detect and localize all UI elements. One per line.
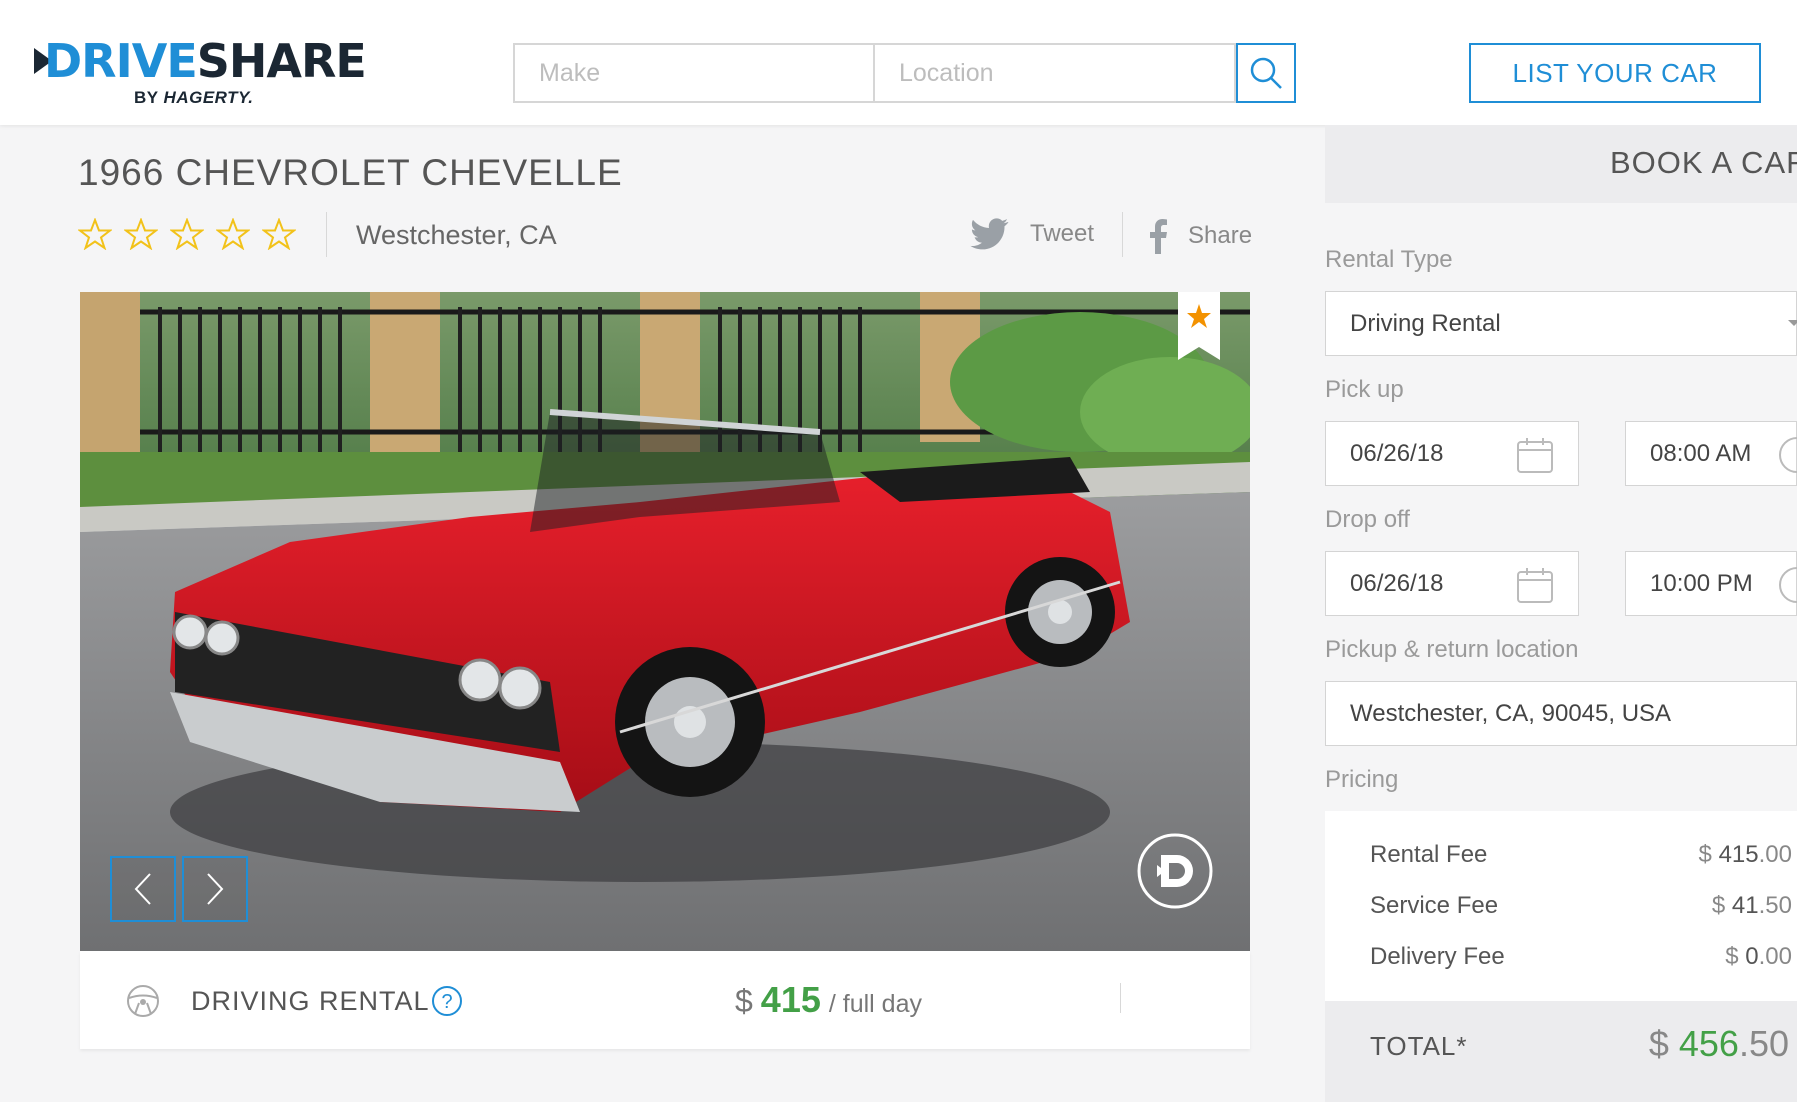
rating-stars[interactable] — [78, 218, 296, 250]
star-outline-icon[interactable] — [78, 218, 112, 250]
total-row: TOTAL* $ 456.50 — [1325, 1001, 1797, 1102]
search-bar — [513, 43, 1296, 103]
rental-type-label: DRIVING RENTAL — [191, 986, 430, 1016]
dropoff-label: Drop off — [1325, 506, 1410, 533]
price-amount: 415 — [760, 979, 821, 1020]
car-photo[interactable] — [80, 292, 1250, 951]
dropoff-date-value: 06/26/18 — [1350, 569, 1444, 597]
share-button[interactable]: Share — [1148, 218, 1252, 254]
share-label: Share — [1188, 222, 1253, 249]
svg-text:?: ? — [441, 991, 452, 1013]
star-outline-icon[interactable] — [124, 218, 158, 250]
price-currency: $ — [735, 983, 753, 1019]
car-image — [80, 292, 1250, 951]
fee-value: $ 0.00 — [1725, 943, 1792, 970]
car-location: Westchester, CA — [356, 220, 557, 250]
location-label: Pickup & return location — [1325, 636, 1579, 663]
rental-type-select[interactable]: Driving Rental — [1325, 291, 1797, 356]
divider — [1120, 983, 1121, 1013]
pickup-time-input[interactable]: 08:00 AM — [1625, 421, 1797, 486]
steering-wheel-icon — [127, 985, 159, 1017]
delivery-fee-row: Delivery Fee $ 0.00 — [1370, 943, 1792, 971]
star-outline-icon[interactable] — [262, 218, 296, 250]
star-outline-icon[interactable] — [170, 218, 204, 250]
fee-label: Delivery Fee — [1370, 943, 1505, 970]
star-outline-icon[interactable] — [216, 218, 250, 250]
logo-share-text: SHARE — [196, 34, 367, 88]
location-input[interactable] — [875, 43, 1236, 103]
list-your-car-button[interactable]: LIST YOUR CAR — [1469, 43, 1761, 103]
tweet-label: Tweet — [1030, 220, 1095, 247]
tweet-button[interactable]: Tweet — [970, 218, 1094, 250]
pricing-label: Pricing — [1325, 766, 1399, 793]
calendar-icon — [1517, 568, 1553, 603]
daily-price: $ 415 / full day — [735, 979, 922, 1021]
pricing-breakdown: Rental Fee $ 415.00 Service Fee $ 41.50 … — [1325, 811, 1797, 1001]
pickup-location-input[interactable]: Westchester, CA, 90045, USA — [1325, 681, 1797, 746]
next-photo-button[interactable] — [182, 856, 248, 922]
service-fee-row: Service Fee $ 41.50 — [1370, 892, 1792, 920]
search-button[interactable] — [1236, 43, 1296, 103]
pickup-time-value: 08:00 AM — [1650, 439, 1752, 467]
total-value: $ 456.50 — [1648, 1023, 1789, 1064]
pickup-location-value: Westchester, CA, 90045, USA — [1350, 699, 1672, 727]
dropoff-date-input[interactable]: 06/26/18 — [1325, 551, 1579, 616]
rental-type-bar: DRIVING RENTAL ? $ 415 / full day — [80, 951, 1250, 1049]
previous-photo-button[interactable] — [110, 856, 176, 922]
chevron-down-icon — [1788, 320, 1797, 326]
book-header-label: BOOK A CAR — [1610, 145, 1797, 180]
divider — [326, 212, 327, 257]
pickup-label: Pick up — [1325, 376, 1404, 403]
clock-icon — [1779, 437, 1797, 473]
fee-value: $ 41.50 — [1711, 892, 1792, 919]
logo-subtitle: BY HAGERTY. — [134, 88, 254, 107]
chevron-left-icon — [134, 873, 151, 905]
book-a-car-header: BOOK A CAR — [1325, 125, 1797, 203]
featured-ribbon-icon — [1178, 292, 1220, 360]
car-title: 1966 CHEVROLET CHEVELLE — [78, 152, 623, 193]
logo-wordmark: DRIVE SHARE — [34, 34, 367, 88]
clock-icon — [1779, 567, 1797, 603]
price-unit: / full day — [828, 990, 922, 1018]
divider — [1122, 212, 1123, 257]
dropoff-time-input[interactable]: 10:00 PM — [1625, 551, 1797, 616]
dropoff-time-value: 10:00 PM — [1650, 569, 1753, 597]
rental-type-value: Driving Rental — [1350, 309, 1501, 337]
rental-fee-row: Rental Fee $ 415.00 — [1370, 841, 1792, 869]
facebook-icon — [1150, 219, 1167, 254]
calendar-icon — [1517, 438, 1553, 473]
pickup-date-value: 06/26/18 — [1350, 439, 1444, 467]
site-header: DRIVE SHARE BY HAGERTY. LIST YOUR CAR — [0, 0, 1797, 125]
fee-value: $ 415.00 — [1698, 841, 1792, 868]
fee-label: Rental Fee — [1370, 841, 1488, 868]
rental-type-field-label: Rental Type — [1325, 246, 1453, 273]
make-input[interactable] — [513, 43, 875, 103]
twitter-icon — [970, 218, 1009, 250]
help-icon[interactable]: ? — [431, 985, 463, 1017]
fee-label: Service Fee — [1370, 892, 1499, 919]
total-label: TOTAL* — [1370, 1031, 1468, 1061]
search-icon — [1250, 57, 1282, 89]
driveshare-watermark-icon — [1137, 833, 1213, 909]
logo-drive-text: DRIVE — [44, 34, 198, 88]
driveshare-logo[interactable]: DRIVE SHARE BY HAGERTY. — [34, 34, 367, 114]
chevron-right-icon — [207, 873, 224, 905]
pickup-date-input[interactable]: 06/26/18 — [1325, 421, 1579, 486]
